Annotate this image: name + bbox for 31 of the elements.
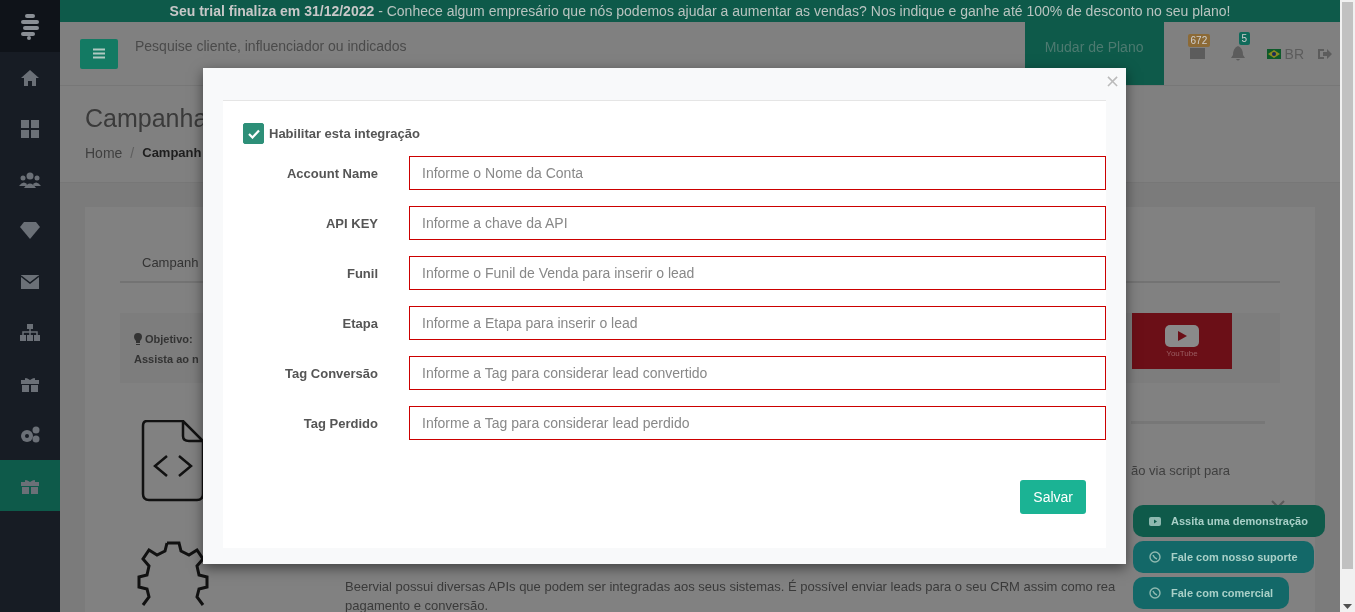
field-label: Tag Perdido bbox=[302, 415, 378, 431]
field-label: Funil bbox=[345, 265, 378, 281]
notification-badge: 5 bbox=[1238, 32, 1251, 45]
objective-label: Objetivo: bbox=[145, 333, 193, 345]
breadcrumb-current: Campanh bbox=[142, 145, 202, 161]
breadcrumb-link[interactable]: Home bbox=[85, 145, 123, 161]
trial-notice-text: Seu trial finaliza em 31/12/2022 - Conhece algum empresário que nós podemos ajudar a aumentar as vendas? Nos indique e ganhe até 100% de desconto no seu plano! bbox=[169, 3, 1231, 19]
input-field[interactable]: Informe a Tag para considerar lead convertido bbox=[409, 356, 1106, 390]
contact-button[interactable]: Fale com nosso suporte bbox=[1133, 541, 1314, 573]
input-field[interactable]: Informe a chave da API bbox=[409, 206, 1106, 240]
input-field[interactable]: Informe o Funil de Venda para inserir o lead bbox=[409, 256, 1106, 290]
input-field[interactable]: Informe a Etapa para inserir o lead bbox=[409, 306, 1106, 340]
checkbox-label: Habilitar esta integração bbox=[269, 126, 420, 141]
input-field[interactable]: Informe o Nome da Conta bbox=[409, 156, 1106, 190]
contact-button[interactable]: Fale com comercial bbox=[1133, 577, 1290, 609]
field-label: API KEY bbox=[325, 215, 378, 231]
field-label: Account Name bbox=[285, 165, 378, 181]
field-label: Tag Conversão bbox=[284, 365, 378, 381]
api-description-text: Beervial possui diversas APIs que podem ser integradas aos seus sistemas. É possível enviar leads para o seu CRM assim como rea bbox=[345, 579, 1116, 594]
tab[interactable]: Campanh bbox=[142, 255, 199, 270]
page-title: Campanha bbox=[85, 104, 209, 133]
demo-button[interactable]: Assita uma demonstração bbox=[1133, 505, 1325, 537]
mail-count-badge: 672 bbox=[1187, 34, 1211, 47]
api-description-text: pagamento e conversão. bbox=[345, 598, 489, 612]
breadcrumb-separator: / bbox=[130, 145, 135, 161]
description-text: ão via script para bbox=[1131, 462, 1231, 478]
input-field[interactable]: Informe a Tag para considerar lead perdido bbox=[409, 406, 1106, 440]
field-label: Etapa bbox=[341, 315, 378, 331]
video-thumbnail[interactable]: YouTube bbox=[1132, 313, 1232, 369]
save-button[interactable]: Salvar bbox=[1020, 480, 1086, 514]
objective-text: Assista ao n bbox=[134, 353, 199, 365]
